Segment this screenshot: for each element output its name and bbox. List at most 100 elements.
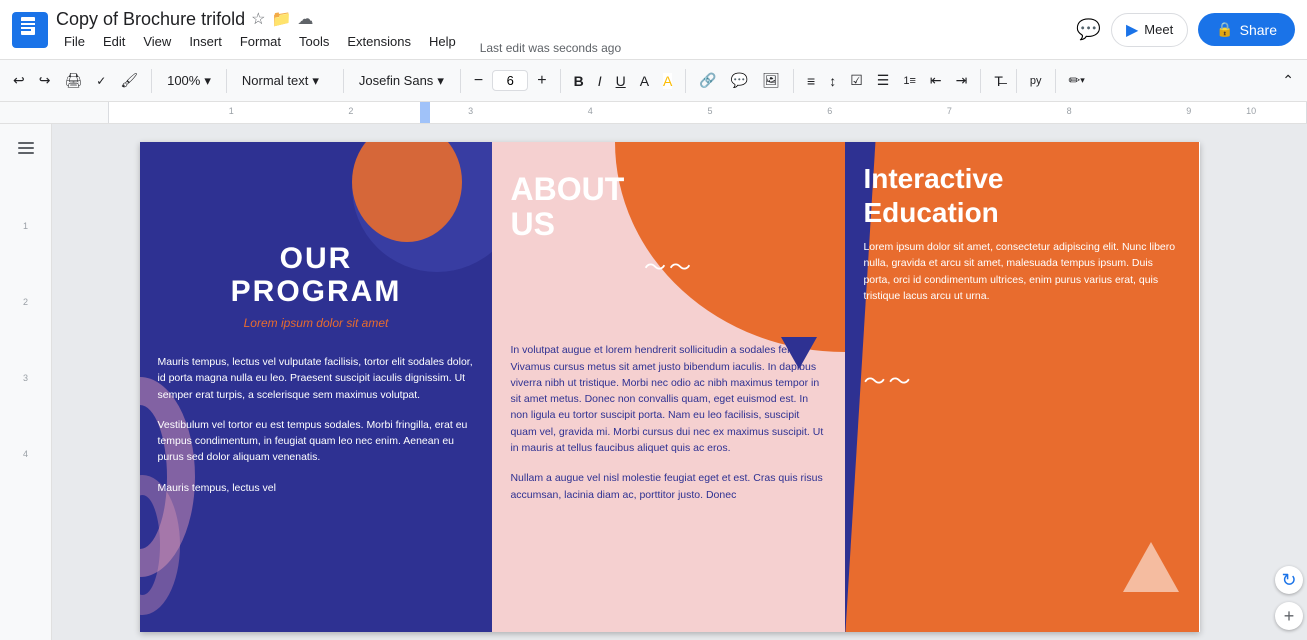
menu-bar: File Edit View Insert Format Tools Exten… <box>56 32 464 51</box>
ruler: 1 2 3 4 5 6 7 8 9 10 <box>0 102 1307 124</box>
numbered-icon: 1≡ <box>903 75 916 87</box>
separator-9 <box>1016 69 1017 93</box>
indent-less-button[interactable]: ⇤ <box>925 68 947 93</box>
align-button[interactable]: ≡ <box>802 69 820 93</box>
chevron-up-button[interactable]: ⌃ <box>1277 68 1299 93</box>
refresh-button[interactable]: ↻ <box>1275 566 1303 594</box>
style-value: Normal text <box>242 73 308 88</box>
separator-4 <box>460 69 461 93</box>
checklist-button[interactable]: ☑ <box>845 68 868 93</box>
separator-10 <box>1055 69 1056 93</box>
plus-button[interactable]: + <box>1275 602 1303 630</box>
underline-button[interactable]: U <box>611 69 631 93</box>
outline-icon[interactable] <box>15 138 37 165</box>
superscript-icon: py <box>1030 75 1042 87</box>
style-dropdown-icon: ▾ <box>312 73 319 89</box>
menu-insert[interactable]: Insert <box>181 32 230 51</box>
indent-more-button[interactable]: ⇥ <box>951 68 973 93</box>
font-plus-icon: + <box>537 72 546 90</box>
font-dropdown-icon: ▾ <box>437 73 444 89</box>
folder-icon[interactable]: 📁 <box>271 9 291 29</box>
print-button[interactable]: 🖨 <box>59 68 87 93</box>
panel-3: InteractiveEducation Lorem ipsum dolor s… <box>845 142 1199 632</box>
linespace-icon: ↕ <box>829 73 836 89</box>
top-right-actions: 💬 ▶ Meet 🔒 Share <box>1076 13 1295 47</box>
panel-1-text-1: Mauris tempus, lectus vel vulputate faci… <box>158 354 475 403</box>
checklist-icon: ☑ <box>850 72 863 89</box>
menu-help[interactable]: Help <box>421 32 464 51</box>
paintformat-button[interactable]: 🖌 <box>115 68 143 93</box>
spellcheck-button[interactable]: ✓ <box>91 70 111 92</box>
panel-3-triangle <box>1123 542 1179 592</box>
meet-button[interactable]: ▶ Meet <box>1111 13 1188 47</box>
fontcolor-button[interactable]: A <box>635 69 654 93</box>
bold-button[interactable]: B <box>569 69 589 93</box>
panel-2-text-2: Nullam a augue vel nisl molestie feugiat… <box>510 470 827 503</box>
panel-3-text: Lorem ipsum dolor sit amet, consectetur … <box>863 239 1181 304</box>
last-edit: Last edit was seconds ago <box>480 41 621 55</box>
link-button[interactable]: 🔗 <box>694 68 721 93</box>
menu-view[interactable]: View <box>135 32 179 51</box>
font-increase-button[interactable]: + <box>532 68 551 94</box>
menu-extensions[interactable]: Extensions <box>339 32 419 51</box>
bullets-icon: ☰ <box>877 72 890 89</box>
share-button[interactable]: 🔒 Share <box>1198 13 1295 46</box>
pencil-button[interactable]: ✏▾ <box>1064 68 1090 93</box>
superscript-button[interactable]: py <box>1025 71 1047 91</box>
margin-1: 1 <box>23 221 28 231</box>
pencil-icon: ✏ <box>1069 72 1081 89</box>
zoom-select[interactable]: 100% ▾ <box>160 68 218 94</box>
font-decrease-button[interactable]: − <box>469 68 488 94</box>
meet-label: Meet <box>1144 22 1173 37</box>
panel-3-squiggle: 〜〜 <box>863 364 1181 396</box>
paintformat-icon: 🖌 <box>120 72 138 89</box>
font-size-input[interactable] <box>492 70 528 91</box>
margin-4: 4 <box>23 449 28 459</box>
menu-format[interactable]: Format <box>232 32 289 51</box>
italic-button[interactable]: I <box>593 69 607 93</box>
ruler-handle[interactable] <box>420 102 430 124</box>
font-select[interactable]: Josefin Sans ▾ <box>352 68 452 94</box>
undo-button[interactable]: ↩ <box>8 68 30 93</box>
menu-tools[interactable]: Tools <box>291 32 337 51</box>
lock-icon: 🔒 <box>1216 21 1233 38</box>
right-scroll-panel: ↻ + <box>1275 566 1303 630</box>
document-page[interactable]: OURPROGRAM Lorem ipsum dolor sit amet Ma… <box>140 142 1200 632</box>
panel-1-text-3: Mauris tempus, lectus vel <box>158 480 475 496</box>
comments-button[interactable]: 💬 <box>1076 17 1101 42</box>
numbered-button[interactable]: 1≡ <box>898 71 921 91</box>
menu-file[interactable]: File <box>56 32 93 51</box>
separator-1 <box>151 69 152 93</box>
doc-title[interactable]: Copy of Brochure trifold <box>56 9 245 30</box>
comment-button[interactable]: 💬 <box>726 68 753 93</box>
pencil-caret-icon: ▾ <box>1080 75 1085 86</box>
bullets-button[interactable]: ☰ <box>872 68 895 93</box>
clearformat-button[interactable]: T̶ <box>989 69 1008 93</box>
image-button[interactable]: 🖼 <box>757 68 785 93</box>
redo-button[interactable]: ↪ <box>34 68 56 93</box>
separator-2 <box>226 69 227 93</box>
separator-3 <box>343 69 344 93</box>
panel-1: OURPROGRAM Lorem ipsum dolor sit amet Ma… <box>140 142 493 632</box>
menu-edit[interactable]: Edit <box>95 32 133 51</box>
spellcheck-icon: ✓ <box>96 74 106 88</box>
zoom-dropdown-icon: ▾ <box>204 73 211 89</box>
undo-icon: ↩ <box>13 72 25 89</box>
doc-title-area: Copy of Brochure trifold ☆ 📁 ☁ File Edit… <box>56 9 464 51</box>
indent-less-icon: ⇤ <box>930 72 942 89</box>
star-icon[interactable]: ☆ <box>251 9 265 29</box>
separator-5 <box>560 69 561 93</box>
underline-icon: U <box>616 73 626 89</box>
indent-more-icon: ⇥ <box>956 72 968 89</box>
separator-6 <box>685 69 686 93</box>
margin-3: 3 <box>23 373 28 383</box>
app-icon <box>12 12 48 48</box>
style-select[interactable]: Normal text ▾ <box>235 68 335 94</box>
separator-8 <box>980 69 981 93</box>
panel-2-triangle <box>781 337 817 369</box>
highlight-button[interactable]: A <box>658 69 677 93</box>
cloud-icon[interactable]: ☁ <box>297 9 313 29</box>
panel-2-text-1: In volutpat augue et lorem hendrerit sol… <box>510 342 827 456</box>
linespace-button[interactable]: ↕ <box>824 69 841 93</box>
panel-2-title: ABOUTUS <box>510 172 827 242</box>
